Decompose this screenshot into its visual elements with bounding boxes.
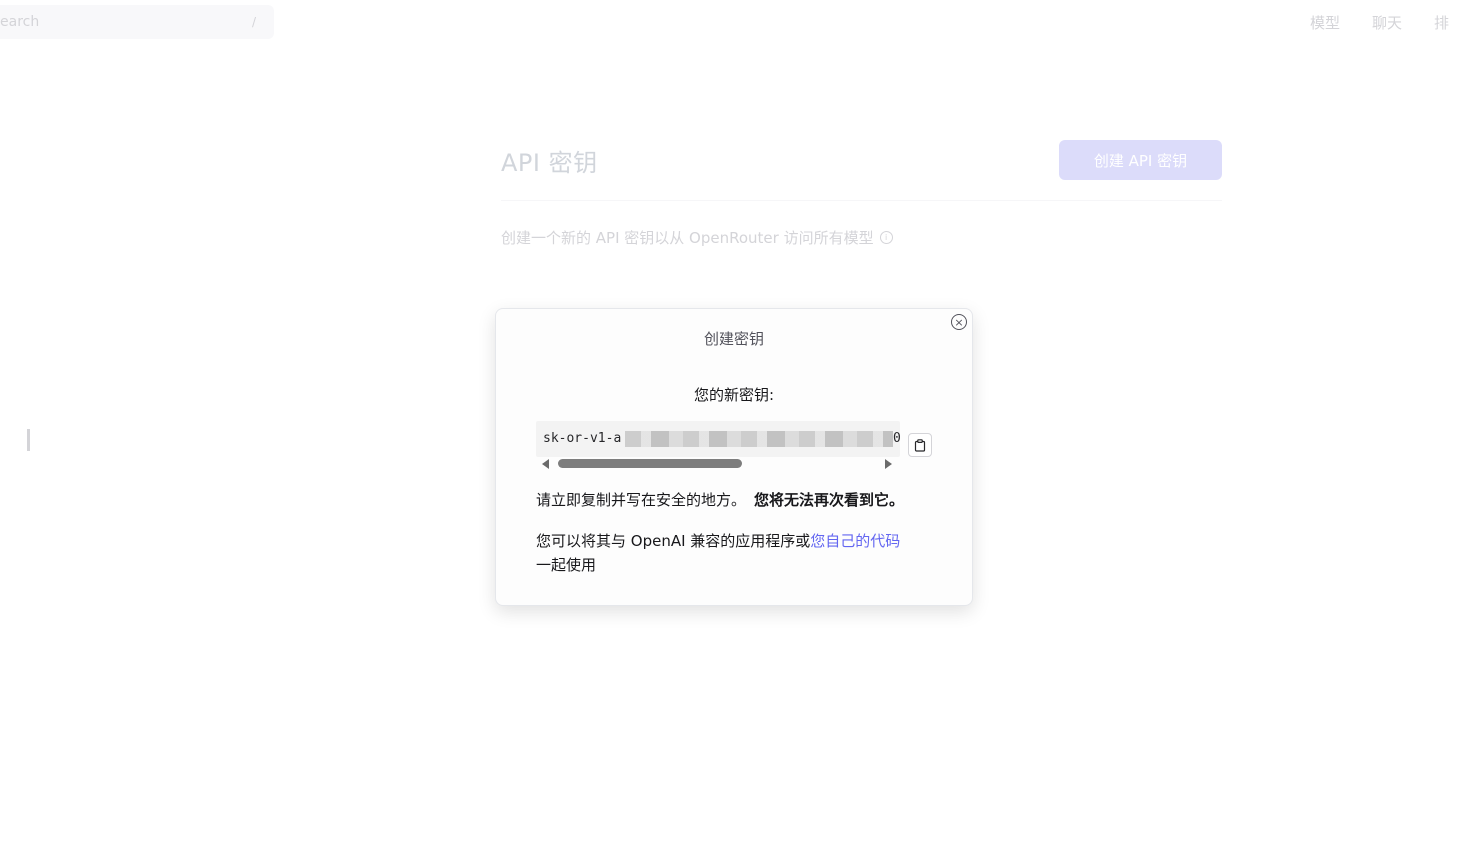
usage-text: 您可以将其与 OpenAI 兼容的应用程序或	[536, 532, 811, 550]
nav-item-chat[interactable]: 聊天	[1372, 12, 1402, 34]
new-key-label: 您的新密钥:	[693, 386, 775, 404]
create-key-modal: 创建密钥 × 您的新密钥: sk-or-v1-a 0c 请立即复制并写在安全的地…	[495, 308, 973, 606]
page-subtitle-text: 创建一个新的 API 密钥以从 OpenRouter 访问所有模型	[501, 229, 874, 247]
clipboard-icon	[914, 438, 926, 452]
key-scrollbar[interactable]	[536, 457, 900, 471]
warning-text: 请立即复制并写在安全的地方。	[536, 491, 747, 509]
scroll-left-arrow-icon[interactable]	[542, 459, 549, 469]
search-placeholder: earch	[0, 14, 40, 30]
info-icon[interactable]: i	[879, 231, 893, 244]
search-shortcut: /	[251, 15, 256, 29]
page-subtitle: 创建一个新的 API 密钥以从 OpenRouter 访问所有模型 i	[501, 227, 893, 248]
modal-title: 创建密钥	[703, 330, 764, 348]
warning-strong: 您将无法再次看到它。	[754, 491, 905, 509]
own-code-link[interactable]: 您自己的代码	[810, 532, 900, 550]
sidebar-handle[interactable]	[27, 429, 30, 451]
key-redacted	[625, 431, 893, 447]
top-nav: 模型 聊天 排	[1310, 12, 1461, 34]
search-input[interactable]: earch /	[0, 5, 274, 39]
usage-suffix: 一起使用	[536, 556, 597, 574]
header-divider	[501, 200, 1222, 201]
key-suffix: 0c	[893, 431, 900, 446]
usage-note: 您可以将其与 OpenAI 兼容的应用程序或您自己的代码 一起使用	[536, 529, 936, 577]
copy-warning: 请立即复制并写在安全的地方。 您将无法再次看到它。	[536, 489, 904, 510]
create-api-key-button[interactable]: 创建 API 密钥	[1059, 140, 1222, 180]
nav-item-models[interactable]: 模型	[1310, 12, 1340, 34]
page: earch / 模型 聊天 排 API 密钥 创建 API 密钥 创建一个新的 …	[0, 0, 1461, 843]
key-display[interactable]: sk-or-v1-a 0c	[536, 421, 900, 457]
scroll-right-arrow-icon[interactable]	[885, 459, 892, 469]
page-title: API 密钥	[501, 149, 598, 177]
key-prefix: sk-or-v1-a	[543, 431, 622, 446]
copy-key-button[interactable]	[908, 433, 932, 457]
scroll-thumb[interactable]	[558, 459, 742, 468]
close-icon[interactable]: ×	[951, 314, 967, 330]
nav-item-rankings[interactable]: 排	[1434, 12, 1449, 34]
